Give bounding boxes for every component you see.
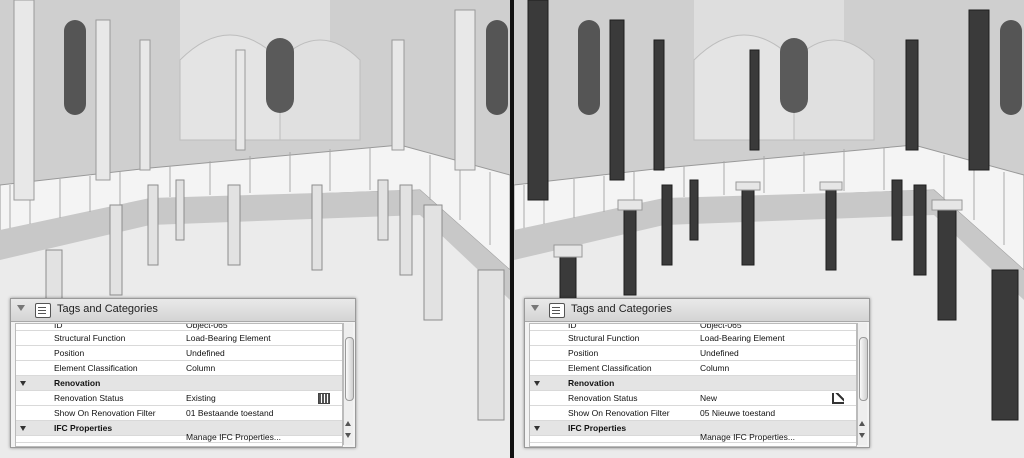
left-3d-view[interactable]: Tags and Categories ID Object-065 Struct… xyxy=(0,0,510,458)
section-ifc-properties[interactable]: IFC Properties xyxy=(16,421,342,436)
properties-scrollbar[interactable] xyxy=(343,323,354,445)
manage-ifc-properties-button[interactable]: Manage IFC Properties... xyxy=(530,433,856,443)
property-row-renovation-status[interactable]: Renovation Status New xyxy=(530,391,856,406)
scroll-up-arrow-icon[interactable] xyxy=(345,421,351,426)
right-3d-view[interactable]: Tags and Categories ID Object-065 Struct… xyxy=(514,0,1024,458)
property-row-structural-function[interactable]: Structural Function Load-Bearing Element xyxy=(16,331,342,346)
section-collapse-icon[interactable] xyxy=(20,381,26,386)
scroll-down-arrow-icon[interactable] xyxy=(345,433,351,438)
section-renovation[interactable]: Renovation xyxy=(530,376,856,391)
property-row-position[interactable]: Position Undefined xyxy=(530,346,856,361)
scrollbar-thumb[interactable] xyxy=(345,337,354,401)
tags-panel-icon xyxy=(549,303,565,318)
property-row-element-classification[interactable]: Element Classification Column xyxy=(530,361,856,376)
section-renovation[interactable]: Renovation xyxy=(16,376,342,391)
property-row-position[interactable]: Position Undefined xyxy=(16,346,342,361)
scrollbar-thumb[interactable] xyxy=(859,337,868,401)
scroll-down-arrow-icon[interactable] xyxy=(859,433,865,438)
tags-categories-panel-existing: Tags and Categories ID Object-065 Struct… xyxy=(10,298,356,448)
panel-title: Tags and Categories xyxy=(571,303,672,315)
property-row-structural-function[interactable]: Structural Function Load-Bearing Element xyxy=(530,331,856,346)
tags-categories-panel-new: Tags and Categories ID Object-065 Struct… xyxy=(524,298,870,448)
disclosure-triangle-icon[interactable] xyxy=(531,305,539,311)
property-row-renovation-filter[interactable]: Show On Renovation Filter 05 Nieuwe toes… xyxy=(530,406,856,421)
panel-title: Tags and Categories xyxy=(57,303,158,315)
panel-header[interactable]: Tags and Categories xyxy=(11,299,355,322)
manage-ifc-properties-button[interactable]: Manage IFC Properties... xyxy=(16,433,342,443)
scroll-up-arrow-icon[interactable] xyxy=(859,421,865,426)
section-collapse-icon[interactable] xyxy=(20,426,26,431)
section-collapse-icon[interactable] xyxy=(534,381,540,386)
property-row-renovation-filter[interactable]: Show On Renovation Filter 01 Bestaande t… xyxy=(16,406,342,421)
property-row-id[interactable]: ID Object-065 xyxy=(16,324,342,331)
new-status-icon xyxy=(832,393,844,404)
panel-header[interactable]: Tags and Categories xyxy=(525,299,869,322)
section-ifc-properties[interactable]: IFC Properties xyxy=(530,421,856,436)
property-row-renovation-status[interactable]: Renovation Status Existing xyxy=(16,391,342,406)
tags-panel-icon xyxy=(35,303,51,318)
existing-status-icon xyxy=(318,393,330,404)
properties-list: ID Object-065 Structural Function Load-B… xyxy=(15,323,343,447)
property-row-id[interactable]: ID Object-065 xyxy=(530,324,856,331)
section-collapse-icon[interactable] xyxy=(534,426,540,431)
disclosure-triangle-icon[interactable] xyxy=(17,305,25,311)
property-row-element-classification[interactable]: Element Classification Column xyxy=(16,361,342,376)
properties-scrollbar[interactable] xyxy=(857,323,868,445)
properties-list: ID Object-065 Structural Function Load-B… xyxy=(529,323,857,447)
